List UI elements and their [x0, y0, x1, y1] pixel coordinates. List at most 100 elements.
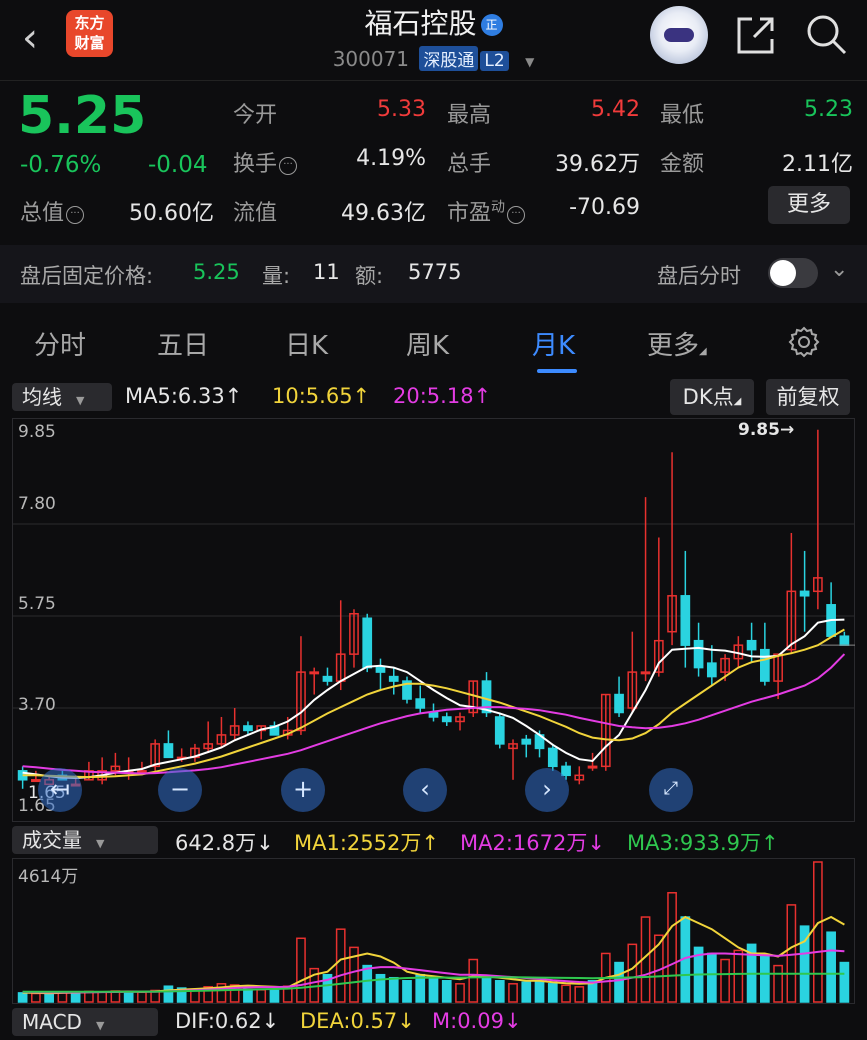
volume-bar	[706, 952, 717, 1003]
after-hours-amt-label: 额:	[355, 264, 384, 288]
volume-bar	[256, 989, 267, 1003]
dk-point-button[interactable]: DK点◢	[670, 379, 754, 415]
candle-body	[362, 617, 373, 669]
volume-bar	[773, 964, 783, 1003]
info-icon[interactable]: ···	[66, 206, 85, 224]
ma5-value: MA5:6.33↑	[125, 384, 243, 408]
ma-selector[interactable]: 均线 ▼	[12, 383, 112, 411]
macd-dea: DEA:0.57↓	[300, 1009, 415, 1033]
volume-bar	[243, 988, 253, 1003]
volume-bar	[296, 937, 306, 1003]
plus-icon[interactable]: +	[281, 768, 325, 812]
minus-icon[interactable]: −	[158, 768, 202, 812]
volume-bar	[574, 986, 585, 1003]
volume-bar	[362, 964, 373, 1003]
volume-bar	[826, 931, 836, 1003]
candle-body	[561, 765, 571, 777]
current-price: 5.25	[18, 86, 147, 146]
search-icon[interactable]	[804, 12, 848, 56]
high-value: 5.42	[591, 97, 640, 122]
tab-timeshare[interactable]: 分时	[34, 325, 86, 362]
tag-connect: 深股通	[419, 46, 479, 71]
open-label: 今开	[233, 103, 278, 128]
info-icon[interactable]: ···	[279, 157, 298, 175]
more-button[interactable]: 更多	[768, 186, 850, 224]
prev-icon[interactable]: ‹	[403, 768, 447, 812]
candle-body	[640, 671, 651, 675]
candle-body	[322, 675, 333, 682]
volume-bar	[163, 985, 174, 1003]
market-cap-value: 50.60亿	[129, 201, 214, 226]
pe-value: -70.69	[569, 195, 640, 220]
candlestick-chart[interactable]	[12, 418, 855, 822]
y-label: 5.75	[18, 594, 56, 614]
ma10-value: 10:5.65↑	[272, 384, 371, 408]
candle-body	[428, 711, 439, 718]
volume-bar	[759, 955, 770, 1003]
after-hours-price: 5.25	[193, 260, 240, 284]
volume-bar	[123, 990, 134, 1003]
volume-current: 642.8万↓	[175, 831, 274, 855]
after-hours-toggle[interactable]	[768, 258, 818, 288]
volume-bar	[534, 980, 545, 1003]
volume-bar	[269, 989, 280, 1003]
info-icon[interactable]: ···	[507, 206, 526, 224]
high-label: 最高	[447, 103, 492, 128]
caret-down-icon[interactable]: ▼	[525, 55, 534, 69]
volume-bar	[614, 961, 624, 1003]
volume-bar	[733, 949, 744, 1003]
stock-code: 300071	[332, 47, 410, 71]
volume-bar	[455, 983, 465, 1003]
volume-bar	[97, 991, 108, 1003]
change-percent: -0.76%	[20, 152, 102, 178]
volume-ma2: MA2:1672万↓	[460, 831, 605, 855]
next-icon[interactable]: ›	[525, 768, 569, 812]
candle-body	[494, 716, 505, 745]
volume-indicator-bar: 成交量 ▼ 642.8万↓ MA1:2552万↑ MA2:1672万↓ MA3:9…	[0, 822, 867, 858]
volume-bar	[494, 980, 505, 1003]
tab-more[interactable]: 更多◢	[647, 325, 707, 362]
amount-label: 金额	[660, 152, 705, 177]
active-tab-indicator	[537, 369, 577, 373]
after-hours-bar: 盘后固定价格: 5.25 量: 11 额: 5775 盘后分时 ⌄	[0, 245, 867, 303]
gear-icon[interactable]	[787, 325, 821, 359]
candle-body	[693, 639, 704, 669]
tab-daily-k[interactable]: 日K	[285, 325, 328, 362]
volume-bar	[627, 943, 638, 1003]
after-hours-vol-label: 量:	[262, 264, 291, 288]
share-icon[interactable]	[734, 13, 778, 57]
volume-bar	[468, 958, 479, 1003]
turnover-value: 4.19%	[356, 146, 426, 171]
tab-monthly-k[interactable]: 月K	[532, 325, 575, 362]
float-cap-value: 49.63亿	[341, 201, 426, 226]
tab-weekly-k[interactable]: 周K	[406, 325, 449, 362]
stock-name: 福石控股	[364, 7, 477, 40]
change-amount: -0.04	[148, 152, 208, 178]
quote-panel: 5.25 -0.76% -0.04 总值 ··· 50.60亿 今开 5.33 最…	[0, 80, 867, 245]
left-arrow-icon[interactable]: ↤	[38, 768, 82, 812]
macd-dif: DIF:0.62↓	[175, 1009, 280, 1033]
tab-five-day[interactable]: 五日	[157, 325, 209, 362]
y-label: 3.70	[18, 695, 56, 715]
candle-body	[547, 747, 558, 768]
candle-body	[521, 738, 532, 745]
volume-bar	[428, 976, 439, 1003]
macd-selector[interactable]: MACD ▼	[12, 1008, 158, 1036]
volume-selector[interactable]: 成交量 ▼	[12, 826, 158, 854]
volume-bar	[44, 993, 54, 1003]
after-hours-label: 盘后固定价格:	[20, 264, 154, 288]
ma5-line	[22, 618, 845, 780]
ma20-value: 20:5.18↑	[393, 384, 492, 408]
after-hours-vol: 11	[313, 260, 340, 284]
volume-ma1: MA1:2552万↑	[294, 831, 439, 855]
candle-body	[680, 595, 691, 646]
ma-indicator-bar: 均线 ▼ MA5:6.33↑ 10:5.65↑ 20:5.18↑ DK点◢ 前复权	[0, 379, 867, 421]
low-label: 最低	[660, 103, 705, 128]
volume-chart[interactable]	[12, 858, 855, 1004]
volume-value: 39.62万	[555, 152, 640, 177]
chevron-down-icon[interactable]: ⌄	[830, 257, 848, 282]
fullscreen-icon[interactable]: ⤢	[649, 768, 693, 812]
adjust-button[interactable]: 前复权	[766, 379, 850, 415]
tag-level: L2	[480, 51, 509, 71]
robot-assistant-icon[interactable]	[650, 6, 708, 64]
